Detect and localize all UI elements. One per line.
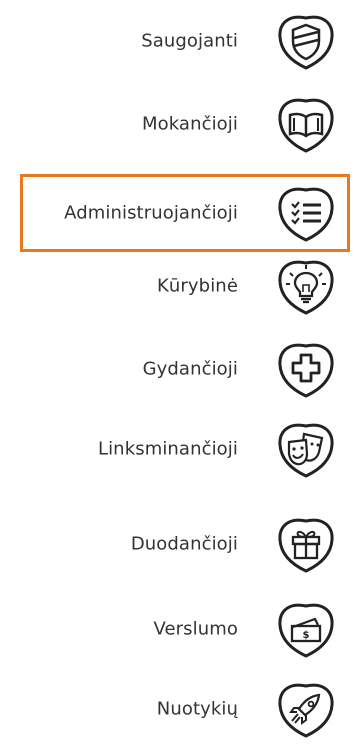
item-label: Duodančioji [130, 533, 238, 555]
list-item-saugojanti[interactable]: Saugojanti [0, 6, 354, 76]
list-item-nuotykiu[interactable]: Nuotykių [0, 674, 354, 744]
list-item-duodancioji[interactable]: Duodančioji [0, 509, 354, 579]
svg-text:$: $ [303, 630, 310, 641]
list-item-mokancioji[interactable]: Mokančioji [0, 89, 354, 159]
item-label: Saugojanti [141, 30, 238, 52]
money-icon: $ [271, 594, 341, 664]
item-label: Mokančioji [141, 113, 238, 135]
item-label: Gydančioji [142, 358, 238, 380]
plus-cross-icon [271, 334, 341, 404]
book-icon [271, 89, 341, 159]
item-label: Verslumo [153, 618, 238, 640]
list-item-linksminancioji[interactable]: Linksminančioji [0, 414, 354, 484]
item-label: Linksminančioji [97, 438, 238, 460]
rocket-icon [271, 674, 341, 744]
gift-icon [271, 509, 341, 579]
item-label: Nuotykių [156, 698, 238, 720]
list-item-verslumo[interactable]: Verslumo $ [0, 594, 354, 664]
item-label: Kūrybinė [157, 275, 238, 297]
list-item-gydancioji[interactable]: Gydančioji [0, 334, 354, 404]
checklist-icon [271, 178, 341, 248]
list-item-kurybine[interactable]: Kūrybinė [0, 251, 354, 321]
item-label: Administruojančioji [64, 202, 238, 224]
theater-masks-icon [271, 414, 341, 484]
role-list: Saugojanti Mokančioji Administruojančioj… [0, 0, 354, 744]
lightbulb-icon [271, 251, 341, 321]
shield-icon [271, 6, 341, 76]
list-item-administruojancioji[interactable]: Administruojančioji [0, 174, 354, 252]
